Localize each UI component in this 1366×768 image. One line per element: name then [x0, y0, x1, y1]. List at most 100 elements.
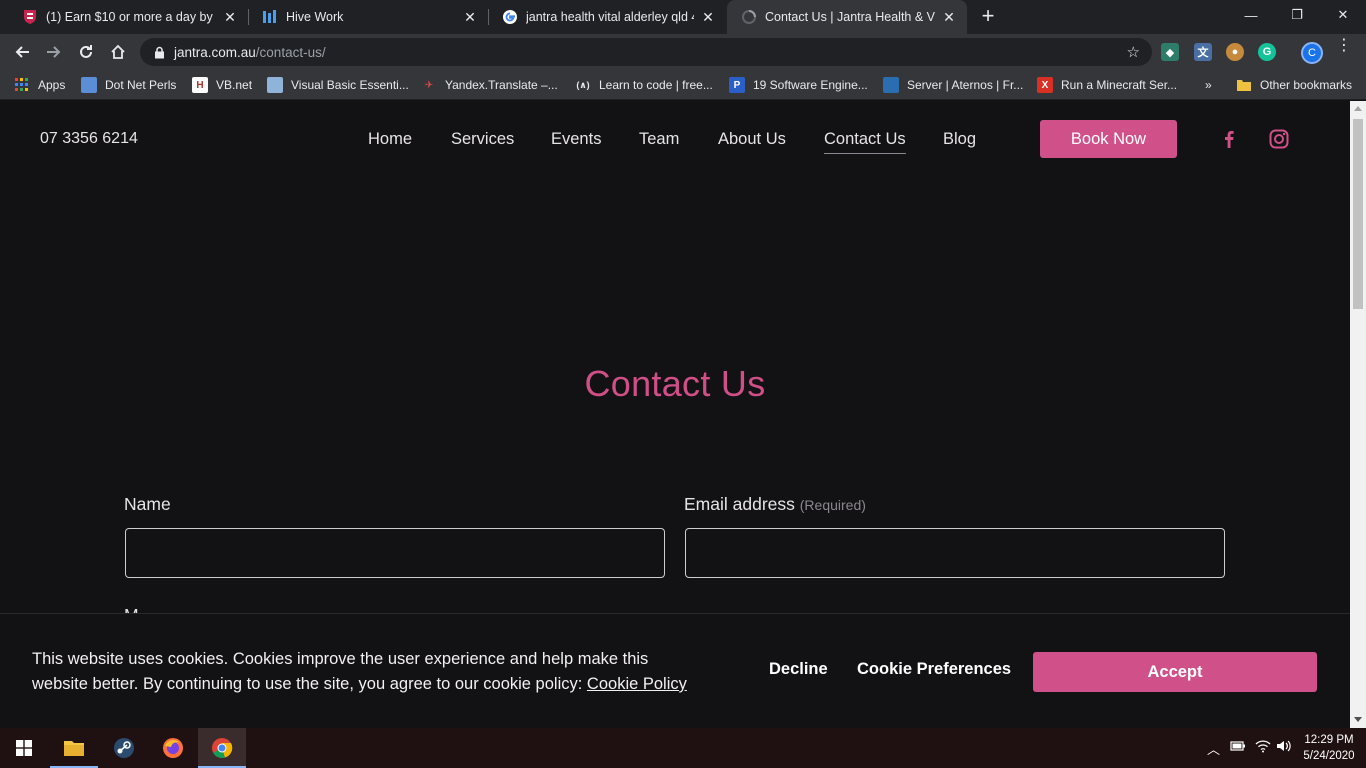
bookmark-label: Visual Basic Essenti...	[291, 78, 409, 92]
email-field[interactable]	[685, 528, 1225, 578]
restore-button[interactable]: ❐	[1274, 0, 1320, 30]
cookie-preferences-button[interactable]: Cookie Preferences	[857, 660, 1011, 679]
tab-earn[interactable]: (1) Earn $10 or more a day by do ✕	[8, 0, 248, 34]
taskbar-clock[interactable]: 12:29 PM 5/24/2020	[1296, 732, 1362, 764]
tab-contact-us[interactable]: Contact Us | Jantra Health & Vital ✕	[727, 0, 967, 34]
url-domain: jantra.com.au	[174, 44, 256, 60]
shield-favicon-icon	[22, 9, 38, 25]
other-bookmarks[interactable]: Other bookmarks	[1236, 76, 1352, 94]
p-icon: P	[729, 77, 745, 93]
bookmark-dot-net-perls[interactable]: Dot Net Perls	[81, 76, 176, 94]
chrome-icon[interactable]	[198, 728, 246, 768]
chrome-menu-icon[interactable]: ⋮	[1336, 38, 1352, 54]
extension-grammarly-icon[interactable]: G	[1258, 43, 1276, 61]
bookmark-label: Dot Net Perls	[105, 78, 177, 92]
clock-date: 5/24/2020	[1303, 750, 1355, 762]
facebook-icon[interactable]	[1219, 129, 1239, 149]
hive-favicon-icon	[262, 9, 278, 25]
bookmark-aternos[interactable]: Server | Aternos | Fr...	[883, 76, 1023, 94]
bookmark-label: Other bookmarks	[1260, 78, 1353, 92]
email-label: Email address (Required)	[684, 494, 866, 515]
profile-avatar[interactable]: C	[1301, 42, 1323, 64]
nav-blog[interactable]: Blog	[943, 130, 976, 149]
cookie-message-text: This website uses cookies. Cookies impro…	[32, 650, 649, 693]
nav-team[interactable]: Team	[639, 130, 679, 149]
nav-events[interactable]: Events	[551, 130, 601, 149]
bookmark-yandex[interactable]: ✈ Yandex.Translate –...	[421, 76, 558, 94]
accept-button[interactable]: Accept	[1033, 652, 1317, 692]
url-path: /contact-us/	[255, 44, 326, 60]
scroll-down-arrow-icon[interactable]	[1354, 717, 1362, 722]
start-icon[interactable]	[0, 728, 48, 768]
tab-title: Hive Work	[286, 10, 344, 24]
bookmark-vbnet[interactable]: H VB.net	[192, 76, 252, 94]
bookmark-minecraft-server[interactable]: X Run a Minecraft Ser...	[1037, 76, 1177, 94]
new-tab-button[interactable]: +	[976, 5, 1000, 29]
bookmarks-overflow-chevron-icon[interactable]: »	[1205, 76, 1212, 94]
close-icon[interactable]: ✕	[941, 9, 957, 25]
close-icon[interactable]: ✕	[700, 9, 716, 25]
vb-essentials-icon	[267, 77, 283, 93]
name-label: Name	[124, 494, 171, 514]
tab-google-search[interactable]: jantra health vital alderley qld 40 ✕	[488, 0, 726, 34]
firefox-icon[interactable]	[149, 728, 197, 768]
page-scrollbar[interactable]	[1350, 101, 1366, 728]
wifi-icon[interactable]	[1255, 739, 1271, 756]
vbnet-icon: H	[192, 77, 208, 93]
show-hidden-icons-chevron-icon[interactable]: ︿	[1207, 739, 1220, 758]
extension-translate-icon[interactable]: 文	[1194, 43, 1212, 61]
clock-time: 12:29 PM	[1304, 734, 1354, 746]
steam-icon[interactable]	[100, 728, 148, 768]
scroll-up-arrow-icon[interactable]	[1354, 106, 1362, 111]
freecodecamp-icon: (∧)	[576, 79, 590, 90]
bookmark-label: Learn to code | free...	[599, 78, 713, 92]
nav-services[interactable]: Services	[451, 130, 514, 149]
back-arrow-icon[interactable]	[10, 40, 34, 64]
book-now-button[interactable]: Book Now	[1040, 120, 1177, 158]
bookmark-software-engineering[interactable]: P 19 Software Engine...	[729, 76, 868, 94]
name-field[interactable]	[125, 528, 665, 578]
bookmark-freecodecamp[interactable]: (∧) Learn to code | free...	[575, 76, 713, 94]
extension-cookie-icon[interactable]: ●	[1226, 43, 1244, 61]
nav-about-us[interactable]: About Us	[718, 130, 786, 149]
decline-button[interactable]: Decline	[769, 660, 828, 679]
nav-contact-us[interactable]: Contact Us	[824, 130, 906, 154]
home-icon[interactable]	[106, 40, 130, 64]
cookie-message: This website uses cookies. Cookies impro…	[32, 647, 692, 697]
volume-icon[interactable]	[1276, 739, 1292, 756]
tab-title: jantra health vital alderley qld 40	[526, 10, 694, 24]
url-text: jantra.com.au/contact-us/	[174, 45, 326, 60]
x-icon: X	[1037, 77, 1053, 93]
windows-taskbar: ︿ 12:29 PM 5/24/2020	[0, 728, 1366, 768]
cookie-policy-link[interactable]: Cookie Policy	[587, 675, 687, 693]
loading-favicon-icon	[741, 9, 757, 25]
minimize-button[interactable]: —	[1228, 0, 1274, 30]
extension-colorful-icon[interactable]: ◆	[1161, 43, 1179, 61]
forward-arrow-icon[interactable]	[42, 40, 66, 64]
scrollbar-thumb[interactable]	[1353, 119, 1363, 309]
page-title: Contact Us	[584, 363, 766, 404]
lock-icon	[152, 45, 166, 59]
required-marker: (Required)	[799, 497, 866, 513]
bookmark-label: Apps	[38, 78, 66, 92]
reload-icon[interactable]	[74, 40, 98, 64]
bookmark-label: VB.net	[216, 78, 253, 92]
battery-icon[interactable]	[1230, 739, 1246, 756]
cookie-banner: This website uses cookies. Cookies impro…	[0, 613, 1350, 728]
close-icon[interactable]: ✕	[462, 9, 478, 25]
bookmark-visual-basic[interactable]: Visual Basic Essenti...	[267, 76, 409, 94]
apps-grid-icon	[14, 77, 30, 93]
close-window-button[interactable]: ✕	[1320, 0, 1366, 30]
file-explorer-icon[interactable]	[50, 728, 98, 768]
instagram-icon[interactable]	[1269, 129, 1289, 149]
address-bar[interactable]: jantra.com.au/contact-us/ ☆	[140, 38, 1152, 66]
nav-home[interactable]: Home	[368, 130, 412, 149]
tab-hive-work[interactable]: Hive Work ✕	[248, 0, 488, 34]
bookmark-star-icon[interactable]: ☆	[1127, 43, 1140, 61]
dotnetperls-icon	[81, 77, 97, 93]
bookmarks-bar: Apps Dot Net Perls H VB.net Visual Basic…	[0, 70, 1366, 100]
browser-tab-strip: (1) Earn $10 or more a day by do ✕ Hive …	[0, 0, 1366, 34]
close-icon[interactable]: ✕	[222, 9, 238, 25]
phone-number[interactable]: 07 3356 6214	[40, 130, 138, 148]
bookmark-apps[interactable]: Apps	[14, 76, 65, 94]
